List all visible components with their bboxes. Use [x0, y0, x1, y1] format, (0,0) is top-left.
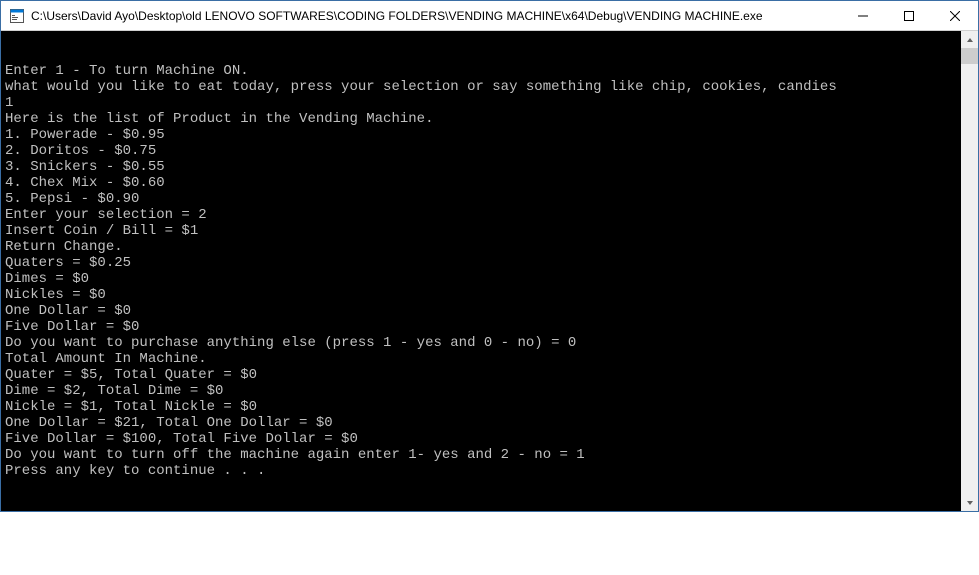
- titlebar: C:\Users\David Ayo\Desktop\old LENOVO SO…: [1, 1, 978, 31]
- vertical-scrollbar[interactable]: [961, 31, 978, 511]
- console-line: Here is the list of Product in the Vendi…: [5, 111, 978, 127]
- console-line: 1. Powerade - $0.95: [5, 127, 978, 143]
- console-line: Insert Coin / Bill = $1: [5, 223, 978, 239]
- minimize-button[interactable]: [840, 1, 886, 30]
- console-line: 5. Pepsi - $0.90: [5, 191, 978, 207]
- close-button[interactable]: [932, 1, 978, 30]
- console-area[interactable]: Enter 1 - To turn Machine ON.what would …: [1, 31, 978, 511]
- console-line: Dime = $2, Total Dime = $0: [5, 383, 978, 399]
- console-line: Return Change.: [5, 239, 978, 255]
- console-line: Enter your selection = 2: [5, 207, 978, 223]
- window-controls: [840, 1, 978, 30]
- console-line: Dimes = $0: [5, 271, 978, 287]
- console-line: Quater = $5, Total Quater = $0: [5, 367, 978, 383]
- console-line: what would you like to eat today, press …: [5, 79, 978, 95]
- console-output: Enter 1 - To turn Machine ON.what would …: [5, 63, 978, 543]
- console-line: Total Amount In Machine.: [5, 351, 978, 367]
- console-line: Do you want to turn off the machine agai…: [5, 447, 978, 463]
- console-line: Quaters = $0.25: [5, 255, 978, 271]
- console-line: Five Dollar = $100, Total Five Dollar = …: [5, 431, 978, 447]
- console-line: 2. Doritos - $0.75: [5, 143, 978, 159]
- console-line: One Dollar = $0: [5, 303, 978, 319]
- window-title: C:\Users\David Ayo\Desktop\old LENOVO SO…: [31, 9, 840, 23]
- console-line: 4. Chex Mix - $0.60: [5, 175, 978, 191]
- scroll-track[interactable]: [961, 48, 978, 494]
- console-line: 1: [5, 95, 978, 111]
- maximize-button[interactable]: [886, 1, 932, 30]
- scroll-down-button[interactable]: [961, 494, 978, 511]
- console-line: One Dollar = $21, Total One Dollar = $0: [5, 415, 978, 431]
- app-icon: [9, 8, 25, 24]
- scroll-thumb[interactable]: [961, 48, 978, 64]
- console-line: Do you want to purchase anything else (p…: [5, 335, 978, 351]
- console-line: Enter 1 - To turn Machine ON.: [5, 63, 978, 79]
- console-line: Nickle = $1, Total Nickle = $0: [5, 399, 978, 415]
- console-line: Press any key to continue . . .: [5, 463, 978, 479]
- console-line: 3. Snickers - $0.55: [5, 159, 978, 175]
- console-line: Nickles = $0: [5, 287, 978, 303]
- scroll-up-button[interactable]: [961, 31, 978, 48]
- console-line: Five Dollar = $0: [5, 319, 978, 335]
